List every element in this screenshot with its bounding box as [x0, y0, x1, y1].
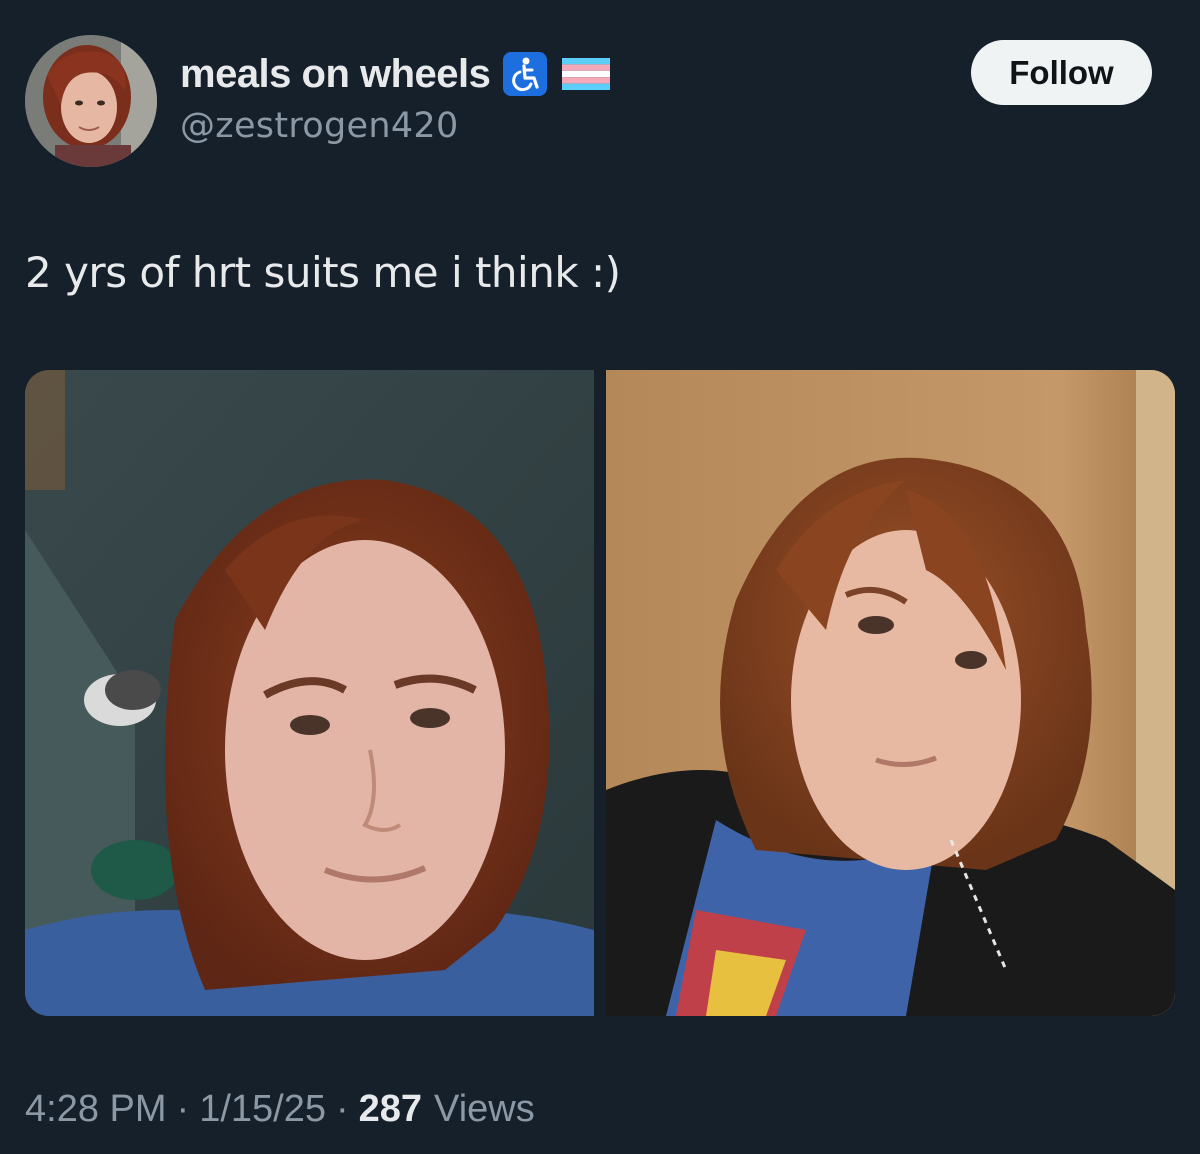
photo-before[interactable] [25, 370, 594, 1016]
follow-button[interactable]: Follow [971, 40, 1152, 105]
views-label: Views [434, 1088, 535, 1130]
views-count: 287 [358, 1088, 423, 1130]
display-name[interactable]: meals on wheels [180, 52, 491, 97]
transgender-flag-icon [560, 54, 612, 94]
meta-separator: · [176, 1088, 190, 1130]
tweet-time[interactable]: 4:28 PM [25, 1088, 167, 1131]
meta-separator: · [335, 1088, 349, 1130]
tweet-meta: 4:28 PM · 1/15/25 · 287 Views [25, 1088, 535, 1131]
user-handle[interactable]: @zestrogen420 [180, 106, 459, 146]
tweet-card: meals on wheels @zestrogen420 Follow 2 y… [0, 0, 1200, 1154]
tweet-date[interactable]: 1/15/25 [199, 1088, 326, 1131]
wheelchair-icon [502, 51, 548, 97]
tweet-text: 2 yrs of hrt suits me i think :) [25, 248, 621, 297]
display-name-row: meals on wheels [180, 48, 612, 100]
photo-after[interactable] [606, 370, 1175, 1016]
avatar[interactable] [25, 35, 157, 167]
media-grid [25, 370, 1175, 1016]
